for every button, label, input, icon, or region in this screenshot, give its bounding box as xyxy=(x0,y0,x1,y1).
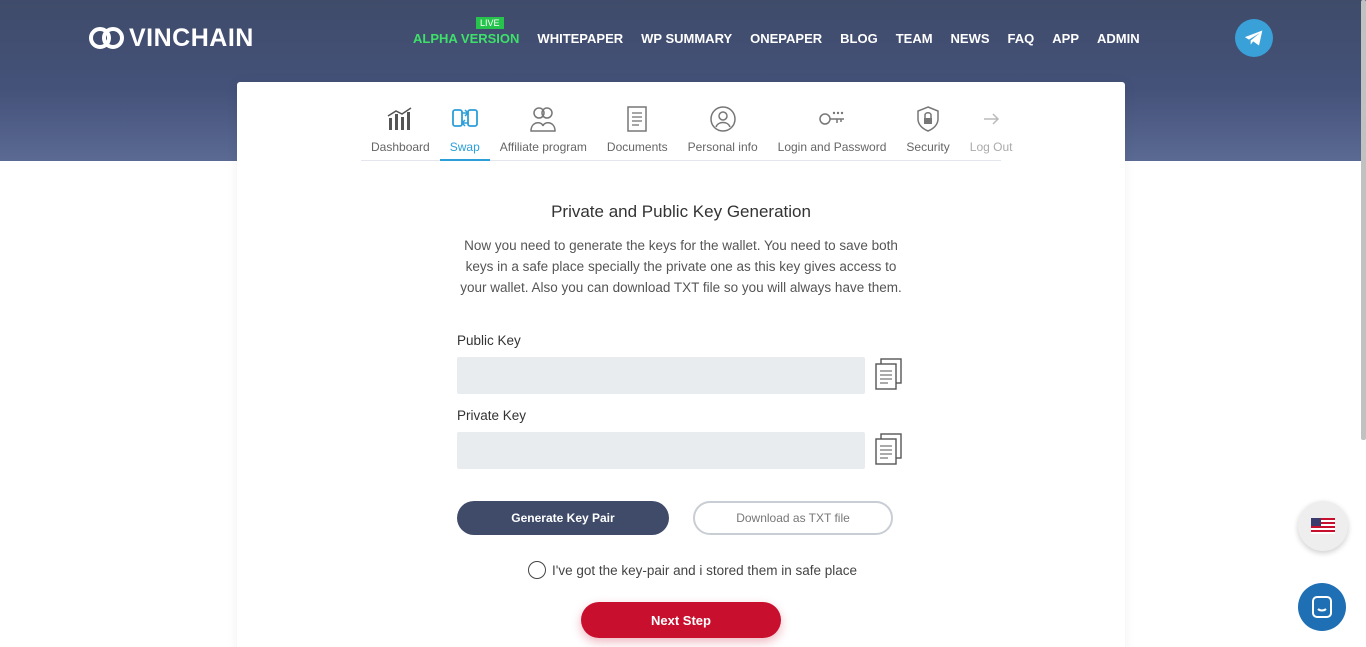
nav-item-blog[interactable]: BLOG xyxy=(840,31,878,46)
key-icon xyxy=(819,111,845,125)
page-scrollbar[interactable] xyxy=(1361,0,1366,440)
generate-key-pair-button[interactable]: Generate Key Pair xyxy=(457,501,669,535)
nav-item-alpha-version[interactable]: ALPHA VERSION LIVE xyxy=(413,17,519,46)
tab-documents[interactable]: Documents xyxy=(597,104,678,161)
copy-public-key-button[interactable] xyxy=(873,357,907,391)
live-badge: LIVE xyxy=(476,17,504,29)
nav-item-faq[interactable]: FAQ xyxy=(1008,31,1035,46)
nav-item-whitepaper[interactable]: WHITEPAPER xyxy=(537,31,623,46)
tab-swap[interactable]: Swap xyxy=(439,104,490,161)
telegram-button[interactable] xyxy=(1235,19,1273,57)
main-nav: ALPHA VERSION LIVE WHITEPAPER WP SUMMARY… xyxy=(413,17,1140,46)
brand-name: VINCHAIN xyxy=(129,24,254,52)
swap-icon xyxy=(451,109,478,127)
nav-item-team[interactable]: TEAM xyxy=(896,31,933,46)
telegram-icon xyxy=(1244,30,1263,46)
next-step-button[interactable]: Next Step xyxy=(581,602,781,638)
shield-icon xyxy=(917,106,939,132)
copy-private-key-button[interactable] xyxy=(873,432,907,466)
tab-personal-info[interactable]: Personal info xyxy=(678,104,768,161)
confirm-label: I've got the key-pair and i stored them … xyxy=(552,562,857,578)
language-selector-button[interactable] xyxy=(1298,501,1348,551)
chat-icon xyxy=(1312,596,1332,618)
logo-icon xyxy=(89,25,124,53)
nav-item-wp-summary[interactable]: WP SUMMARY xyxy=(641,31,732,46)
chat-button[interactable] xyxy=(1298,583,1346,631)
confirm-radio[interactable] xyxy=(528,561,546,579)
main-card: Dashboard Swap Affiliate program Documen… xyxy=(237,82,1125,647)
account-tabs: Dashboard Swap Affiliate program Documen… xyxy=(361,104,1012,161)
users-icon xyxy=(530,107,557,132)
nav-item-news[interactable]: NEWS xyxy=(951,31,990,46)
arrow-right-icon xyxy=(984,113,1000,125)
nav-item-onepaper[interactable]: ONEPAPER xyxy=(750,31,822,46)
nav-item-app[interactable]: APP xyxy=(1052,31,1079,46)
public-key-field[interactable] xyxy=(457,357,865,394)
us-flag-icon xyxy=(1311,518,1335,534)
download-txt-button[interactable]: Download as TXT file xyxy=(693,501,893,535)
page-title: Private and Public Key Generation xyxy=(551,202,811,221)
confirm-row: I've got the key-pair and i stored them … xyxy=(528,561,857,579)
tab-log-out[interactable]: Log Out xyxy=(960,104,1023,161)
page-description: Now you need to generate the keys for th… xyxy=(460,238,902,295)
copy-icon xyxy=(875,433,902,465)
public-key-label: Public Key xyxy=(457,333,521,348)
private-key-field[interactable] xyxy=(457,432,865,469)
brand-logo[interactable]: VINCHAIN xyxy=(89,24,254,53)
user-icon xyxy=(709,106,736,132)
tab-affiliate-program[interactable]: Affiliate program xyxy=(490,104,597,161)
chart-icon xyxy=(387,107,412,130)
document-icon xyxy=(627,106,647,132)
nav-item-admin[interactable]: ADMIN xyxy=(1097,31,1140,46)
tab-login-and-password[interactable]: Login and Password xyxy=(768,104,897,161)
private-key-label: Private Key xyxy=(457,408,527,423)
copy-icon xyxy=(875,358,902,390)
tab-dashboard[interactable]: Dashboard xyxy=(361,104,440,161)
tab-security[interactable]: Security xyxy=(896,104,959,161)
